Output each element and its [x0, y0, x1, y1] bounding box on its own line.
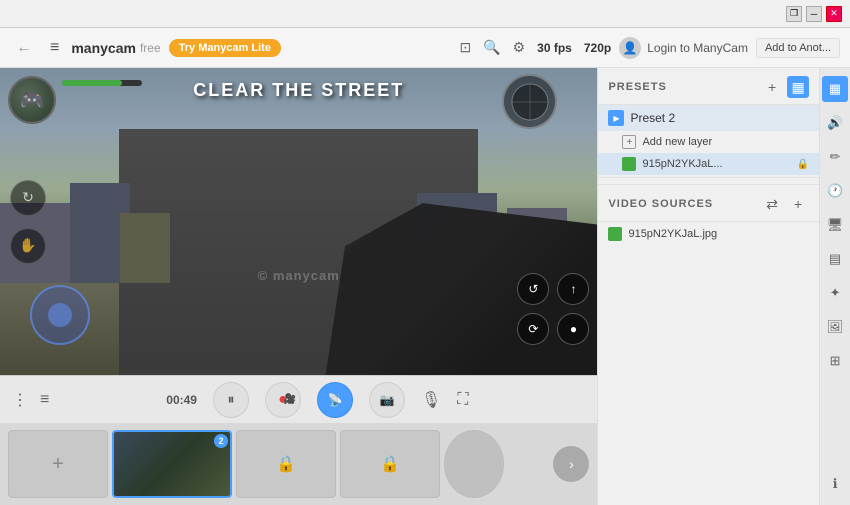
add-layer-label: Add new layer — [642, 136, 809, 148]
pause-button[interactable]: ⏸ — [213, 382, 249, 418]
weapon-overlay — [209, 160, 597, 375]
layer-name: 915pN2YKJaL... — [642, 158, 790, 170]
sidebar-icon-volume[interactable]: 🔊 — [822, 110, 848, 136]
ctrl-center: 00:49 ⏸ ● 🎥 📡 📷 🎙 ⛶ — [166, 382, 468, 418]
broadcast-button[interactable]: 📡 — [317, 382, 353, 418]
add-layer-item[interactable]: + Add new layer — [598, 131, 819, 153]
health-bar — [62, 80, 142, 86]
top-bar: ← ≡ manycam free Try Manycam Lite ⊡ 🔍 ⚙ … — [0, 28, 850, 68]
menu-button[interactable]: ≡ — [46, 37, 63, 59]
presets-title: PRESETS — [608, 81, 666, 93]
player-avatar: 🎮 — [8, 76, 56, 124]
weapon-shape — [209, 160, 597, 375]
try-button[interactable]: Try Manycam Lite — [169, 39, 281, 57]
zoom-icon[interactable]: 🔍 — [483, 39, 500, 56]
sidebar-icon-monitor[interactable]: 🖥 — [822, 212, 848, 238]
sidebar-icon-info[interactable]: ℹ — [822, 471, 848, 497]
building-1 — [0, 203, 80, 283]
camera-icon: 🎥 — [284, 394, 296, 405]
logo-area: manycam free — [71, 40, 160, 56]
login-label[interactable]: Login to ManyCam — [647, 41, 748, 55]
title-bar-controls: ❐ ─ ✕ — [786, 6, 842, 22]
broadcast-icon: 📡 — [328, 393, 343, 407]
player-avatar-inner: 🎮 — [10, 78, 54, 122]
left-panel: 🎮 Clear The Street — [0, 68, 597, 505]
source-name: 915pN2YKJaL.jpg — [628, 228, 717, 240]
settings-icon[interactable]: ⚙ — [513, 39, 526, 56]
crop-icon[interactable]: ⊡ — [459, 39, 471, 56]
thumbnail-lock-1: 🔒 — [236, 430, 336, 498]
preset-name: Preset 2 — [630, 111, 809, 125]
sidebar-icon-layers[interactable]: ▤ — [822, 246, 848, 272]
adjust-sources-button[interactable]: ⇄ — [761, 193, 783, 215]
video-sources-header-buttons: ⇄ + — [761, 193, 809, 215]
user-area: 👤 Login to ManyCam — [619, 37, 748, 59]
resize-button[interactable]: ❐ — [786, 6, 802, 22]
close-button[interactable]: ✕ — [826, 6, 842, 22]
grid-view-button[interactable]: ▦ — [787, 76, 809, 98]
scope — [502, 74, 557, 129]
lock-icon-1: 🔒 — [276, 454, 296, 474]
minimize-button[interactable]: ─ — [806, 6, 822, 22]
control-bar: ⋮ ≡ 00:49 ⏸ ● 🎥 📡 📷 🎙 ⛶ — [0, 375, 597, 423]
preset-item[interactable]: ▶ Preset 2 — [598, 105, 819, 131]
building-3 — [120, 213, 170, 283]
sidebar-icon-brush[interactable]: ✏ — [822, 144, 848, 170]
back-button[interactable]: ← — [10, 37, 38, 59]
logo-free: free — [140, 41, 161, 55]
ctrl-left: ⋮ ≡ — [12, 390, 49, 410]
add-preset-button[interactable]: + — [761, 76, 783, 98]
screenshot-button[interactable]: 📷 — [369, 382, 405, 418]
fps-display: 30 fps — [537, 41, 572, 55]
presets-header: PRESETS + ▦ — [598, 68, 819, 105]
video-area: 🎮 Clear The Street — [0, 68, 597, 375]
thumbnail-image — [114, 432, 230, 496]
sidebar-icon-magic[interactable]: ✦ — [822, 280, 848, 306]
panel-divider — [598, 177, 819, 178]
source-thumb — [608, 227, 622, 241]
sidebar-icon-grid[interactable]: ⊞ — [822, 348, 848, 374]
logo-text: manycam — [71, 40, 136, 56]
sidebar-icon-image[interactable]: 🖼 — [822, 314, 848, 340]
record-button[interactable]: ● 🎥 — [265, 382, 301, 418]
expand-icon[interactable]: ⛶ — [457, 391, 468, 409]
presets-header-buttons: + ▦ — [761, 76, 809, 98]
layer-color-icon — [622, 157, 636, 171]
health-fill — [62, 80, 122, 86]
add-source-button[interactable]: + — [787, 193, 809, 215]
top-bar-tools: ⊡ 🔍 ⚙ 30 fps 720p — [459, 39, 611, 56]
user-avatar: 👤 — [619, 37, 641, 59]
main-content: 🎮 Clear The Street — [0, 68, 850, 505]
pause-icon: ⏸ — [227, 391, 234, 408]
layer-lock-icon: 🔒 — [797, 159, 809, 170]
video-sources-title: VIDEO SOURCES — [608, 198, 713, 210]
more-options-icon[interactable]: ⋮ — [12, 390, 28, 410]
mic-icon[interactable]: 🎙 — [421, 390, 441, 410]
mission-title: Clear The Street — [193, 80, 404, 101]
list-icon[interactable]: ≡ — [40, 391, 49, 409]
layer-item[interactable]: 915pN2YKJaL... 🔒 — [598, 153, 819, 175]
video-sources-header: VIDEO SOURCES ⇄ + — [598, 184, 819, 222]
add-layer-icon: + — [622, 135, 636, 149]
time-display: 00:49 — [166, 393, 197, 407]
sidebar-icon-view[interactable]: ▦ — [822, 76, 848, 102]
right-panel: PRESETS + ▦ ▶ Preset 2 + Add new layer 9… — [597, 68, 819, 505]
right-sidebar: ▦ 🔊 ✏ 🕐 🖥 ▤ ✦ 🖼 ⊞ ℹ — [819, 68, 850, 505]
source-item[interactable]: 915pN2YKJaL.jpg — [598, 222, 819, 246]
thumbnail-item-1[interactable]: 2 — [112, 430, 232, 498]
title-bar: ❐ ─ ✕ — [0, 0, 850, 28]
game-background: 🎮 Clear The Street — [0, 68, 597, 375]
thumbnail-lock-2: 🔒 — [340, 430, 440, 498]
resolution-display: 720p — [584, 41, 611, 55]
thumbnail-badge: 2 — [214, 434, 228, 448]
preset-icon: ▶ — [608, 110, 624, 126]
sidebar-icon-clock[interactable]: 🕐 — [822, 178, 848, 204]
lock-icon-2: 🔒 — [380, 454, 400, 474]
thumbnail-strip: + 2 🔒 🔒 › — [0, 423, 597, 505]
screenshot-icon: 📷 — [380, 393, 395, 407]
add-thumbnail-button[interactable]: + — [8, 430, 108, 498]
thumbnail-placeholder — [444, 430, 504, 498]
thumbnail-nav-button[interactable]: › — [553, 446, 589, 482]
add-to-another-button[interactable]: Add to Anot... — [756, 38, 840, 58]
